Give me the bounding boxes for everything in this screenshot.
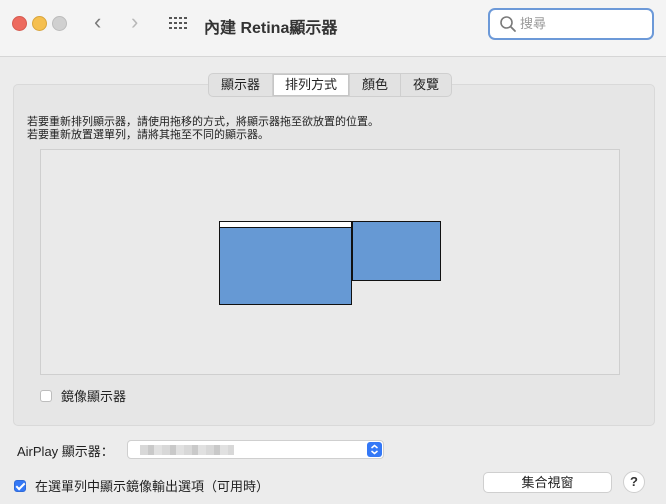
secondary-display-thumbnail[interactable]: [352, 221, 441, 281]
window-title: 內建 Retina顯示器: [204, 20, 338, 37]
airplay-display-select[interactable]: [127, 440, 384, 459]
instruction-line: 若要重新排列顯示器，請使用拖移的方式，將顯示器拖至欲放置的位置。: [27, 116, 379, 128]
close-window-button[interactable]: [12, 16, 27, 31]
help-button[interactable]: ?: [623, 471, 645, 493]
mirror-displays-label: 鏡像顯示器: [61, 389, 127, 404]
chevron-left-icon[interactable]: ‹: [94, 10, 101, 34]
show-mirroring-in-menu-bar-option[interactable]: 在選單列中顯示鏡像輸出選項（可用時）: [14, 476, 269, 495]
mirror-displays-option[interactable]: 鏡像顯示器: [40, 386, 126, 405]
mirror-displays-checkbox[interactable]: [40, 389, 52, 402]
airplay-row: AirPlay 顯示器：: [17, 441, 114, 460]
minimize-window-button[interactable]: [32, 16, 47, 31]
instruction-line: 若要重新放置選單列，請將其拖至不同的顯示器。: [27, 129, 269, 141]
instructions: 若要重新排列顯示器，請使用拖移的方式，將顯示器拖至欲放置的位置。 若要重新放置選…: [27, 116, 379, 142]
search-field[interactable]: [488, 8, 654, 40]
gather-windows-button[interactable]: 集合視窗: [483, 472, 612, 493]
menu-bar-indicator[interactable]: [220, 222, 351, 228]
show-mirroring-label: 在選單列中顯示鏡像輸出選項（可用時）: [35, 479, 270, 494]
show-all-grid-icon[interactable]: [169, 17, 187, 29]
toolbar: ‹ › 內建 Retina顯示器: [0, 0, 666, 57]
tab-arrangement[interactable]: 排列方式: [272, 74, 350, 96]
main-display-thumbnail[interactable]: [219, 221, 352, 305]
tab-night-shift[interactable]: 夜覽: [400, 74, 451, 96]
search-icon: [500, 16, 516, 32]
chevron-right-icon[interactable]: ›: [131, 10, 138, 34]
tab-color[interactable]: 顏色: [349, 74, 400, 96]
chevron-updown-icon[interactable]: [367, 442, 382, 457]
airplay-label: AirPlay 顯示器：: [17, 444, 114, 459]
airplay-selected-value: [140, 445, 234, 455]
zoom-window-button[interactable]: [52, 16, 67, 31]
tab-bar: 顯示器 排列方式 顏色 夜覽: [208, 73, 453, 97]
display-arrangement-area: [40, 149, 620, 375]
search-input[interactable]: [520, 16, 640, 31]
show-mirroring-checkbox[interactable]: [14, 479, 26, 492]
tab-display[interactable]: 顯示器: [209, 74, 272, 96]
